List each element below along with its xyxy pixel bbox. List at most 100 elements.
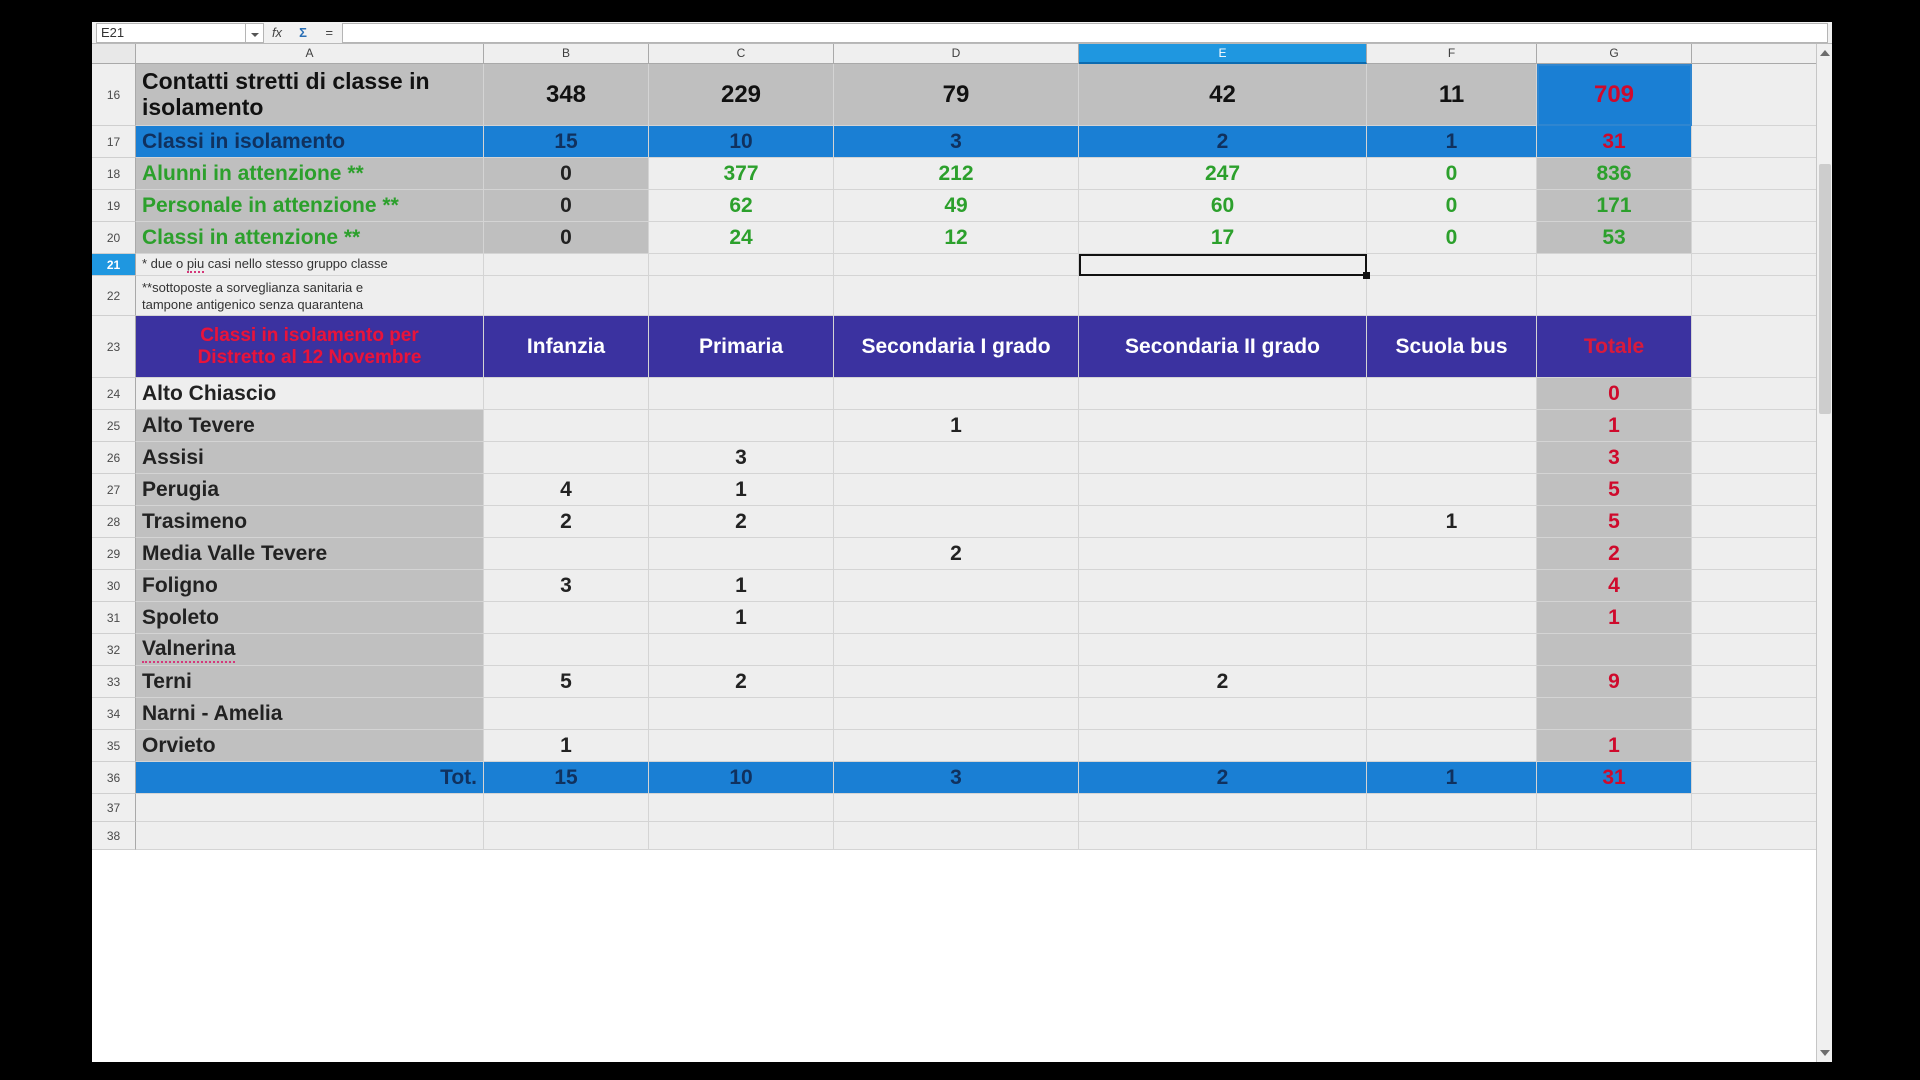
district-row[interactable]: 27 Perugia 4 1 5 [92,474,1832,506]
cell-g38[interactable] [1537,822,1692,850]
table-row[interactable]: 20 Classi in attenzione ** 0 24 12 17 0 … [92,222,1832,254]
total-row[interactable]: 36 Tot. 15 10 3 2 1 31 [92,762,1832,794]
cell-c37[interactable] [649,794,834,822]
row-header-35[interactable]: 35 [92,730,136,762]
cell-f20[interactable]: 0 [1367,222,1537,254]
cell-b22[interactable] [484,276,649,316]
district-value-secondaria-i[interactable] [834,570,1079,602]
district-total[interactable] [1537,634,1692,666]
district-name[interactable]: Media Valle Tevere [136,538,484,570]
district-value-infanzia[interactable]: 4 [484,474,649,506]
district-value-scuola-bus[interactable] [1367,730,1537,762]
cell-f18[interactable]: 0 [1367,158,1537,190]
formula-input[interactable] [342,23,1828,43]
column-header-a[interactable]: A [136,44,484,64]
cell-d20[interactable]: 12 [834,222,1079,254]
district-value-secondaria-ii[interactable]: 2 [1079,666,1367,698]
district-table-header-row[interactable]: 23 Classi in isolamento per Distretto al… [92,316,1832,378]
cell-a18[interactable]: Alunni in attenzione ** [136,158,484,190]
district-value-primaria[interactable] [649,538,834,570]
column-header-primaria[interactable]: Primaria [649,316,834,378]
district-name[interactable]: Narni - Amelia [136,698,484,730]
district-value-primaria[interactable] [649,634,834,666]
district-value-scuola-bus[interactable] [1367,666,1537,698]
district-value-scuola-bus[interactable]: 1 [1367,506,1537,538]
district-value-secondaria-i[interactable] [834,442,1079,474]
cell-g17[interactable]: 31 [1537,126,1692,158]
cell-a23-title[interactable]: Classi in isolamento per Distretto al 12… [136,316,484,378]
cell-g19[interactable]: 171 [1537,190,1692,222]
cell-c17[interactable]: 10 [649,126,834,158]
cell-b16[interactable]: 348 [484,64,649,126]
district-name[interactable]: Orvieto [136,730,484,762]
name-box-dropdown-icon[interactable] [246,23,264,43]
cell-e16[interactable]: 42 [1079,64,1367,126]
district-value-scuola-bus[interactable] [1367,538,1537,570]
row-header-20[interactable]: 20 [92,222,136,254]
district-total[interactable]: 9 [1537,666,1692,698]
district-value-secondaria-i[interactable] [834,634,1079,666]
district-value-infanzia[interactable]: 1 [484,730,649,762]
district-value-secondaria-ii[interactable] [1079,474,1367,506]
district-row[interactable]: 29 Media Valle Tevere 2 2 [92,538,1832,570]
district-value-secondaria-ii[interactable] [1079,538,1367,570]
district-total[interactable]: 2 [1537,538,1692,570]
insert-function-icon[interactable]: fx [264,23,290,43]
district-name[interactable]: Assisi [136,442,484,474]
row-header-17[interactable]: 17 [92,126,136,158]
cell-d37[interactable] [834,794,1079,822]
column-header-g[interactable]: G [1537,44,1692,64]
district-total[interactable]: 3 [1537,442,1692,474]
cell-d16[interactable]: 79 [834,64,1079,126]
district-row[interactable]: 34 Narni - Amelia [92,698,1832,730]
district-value-secondaria-i[interactable] [834,474,1079,506]
district-name[interactable]: Terni [136,666,484,698]
district-name[interactable]: Trasimeno [136,506,484,538]
district-value-secondaria-ii[interactable] [1079,698,1367,730]
district-value-primaria[interactable]: 1 [649,602,834,634]
district-value-secondaria-i[interactable] [834,506,1079,538]
district-value-secondaria-i[interactable]: 2 [834,538,1079,570]
total-sec1[interactable]: 3 [834,762,1079,794]
cell-c22[interactable] [649,276,834,316]
cell-b19[interactable]: 0 [484,190,649,222]
total-infanzia[interactable]: 15 [484,762,649,794]
district-value-secondaria-ii[interactable] [1079,410,1367,442]
district-value-secondaria-ii[interactable] [1079,506,1367,538]
column-header-secondaria-ii[interactable]: Secondaria II grado [1079,316,1367,378]
table-row[interactable]: 19 Personale in attenzione ** 0 62 49 60… [92,190,1832,222]
cell-g20[interactable]: 53 [1537,222,1692,254]
district-total[interactable] [1537,698,1692,730]
row-header-31[interactable]: 31 [92,602,136,634]
cell-a17[interactable]: Classi in isolamento [136,126,484,158]
cell-f37[interactable] [1367,794,1537,822]
district-value-primaria[interactable]: 3 [649,442,834,474]
cell-f17[interactable]: 1 [1367,126,1537,158]
select-all-corner[interactable] [92,44,136,64]
district-value-infanzia[interactable]: 3 [484,570,649,602]
table-row[interactable]: 16 Contatti stretti di classe in isolame… [92,64,1832,126]
column-header-totale[interactable]: Totale [1537,316,1692,378]
row-header-27[interactable]: 27 [92,474,136,506]
district-value-secondaria-i[interactable] [834,666,1079,698]
district-row[interactable]: 33 Terni 5 2 2 9 [92,666,1832,698]
cell-f21[interactable] [1367,254,1537,276]
district-total[interactable]: 1 [1537,410,1692,442]
fill-handle[interactable] [1363,272,1370,279]
cell-b18[interactable]: 0 [484,158,649,190]
equals-icon[interactable]: = [316,23,342,43]
district-value-primaria[interactable] [649,698,834,730]
column-header-scuola-bus[interactable]: Scuola bus [1367,316,1537,378]
district-value-secondaria-i[interactable] [834,378,1079,410]
cell-c16[interactable]: 229 [649,64,834,126]
district-value-secondaria-ii[interactable] [1079,730,1367,762]
district-value-scuola-bus[interactable] [1367,602,1537,634]
cell-g16[interactable]: 709 [1537,64,1692,126]
cell-a37[interactable] [136,794,484,822]
district-value-scuola-bus[interactable] [1367,442,1537,474]
row-header-24[interactable]: 24 [92,378,136,410]
column-header-secondaria-i[interactable]: Secondaria I grado [834,316,1079,378]
district-name[interactable]: Valnerina [136,634,484,666]
district-total[interactable]: 5 [1537,506,1692,538]
district-value-scuola-bus[interactable] [1367,378,1537,410]
